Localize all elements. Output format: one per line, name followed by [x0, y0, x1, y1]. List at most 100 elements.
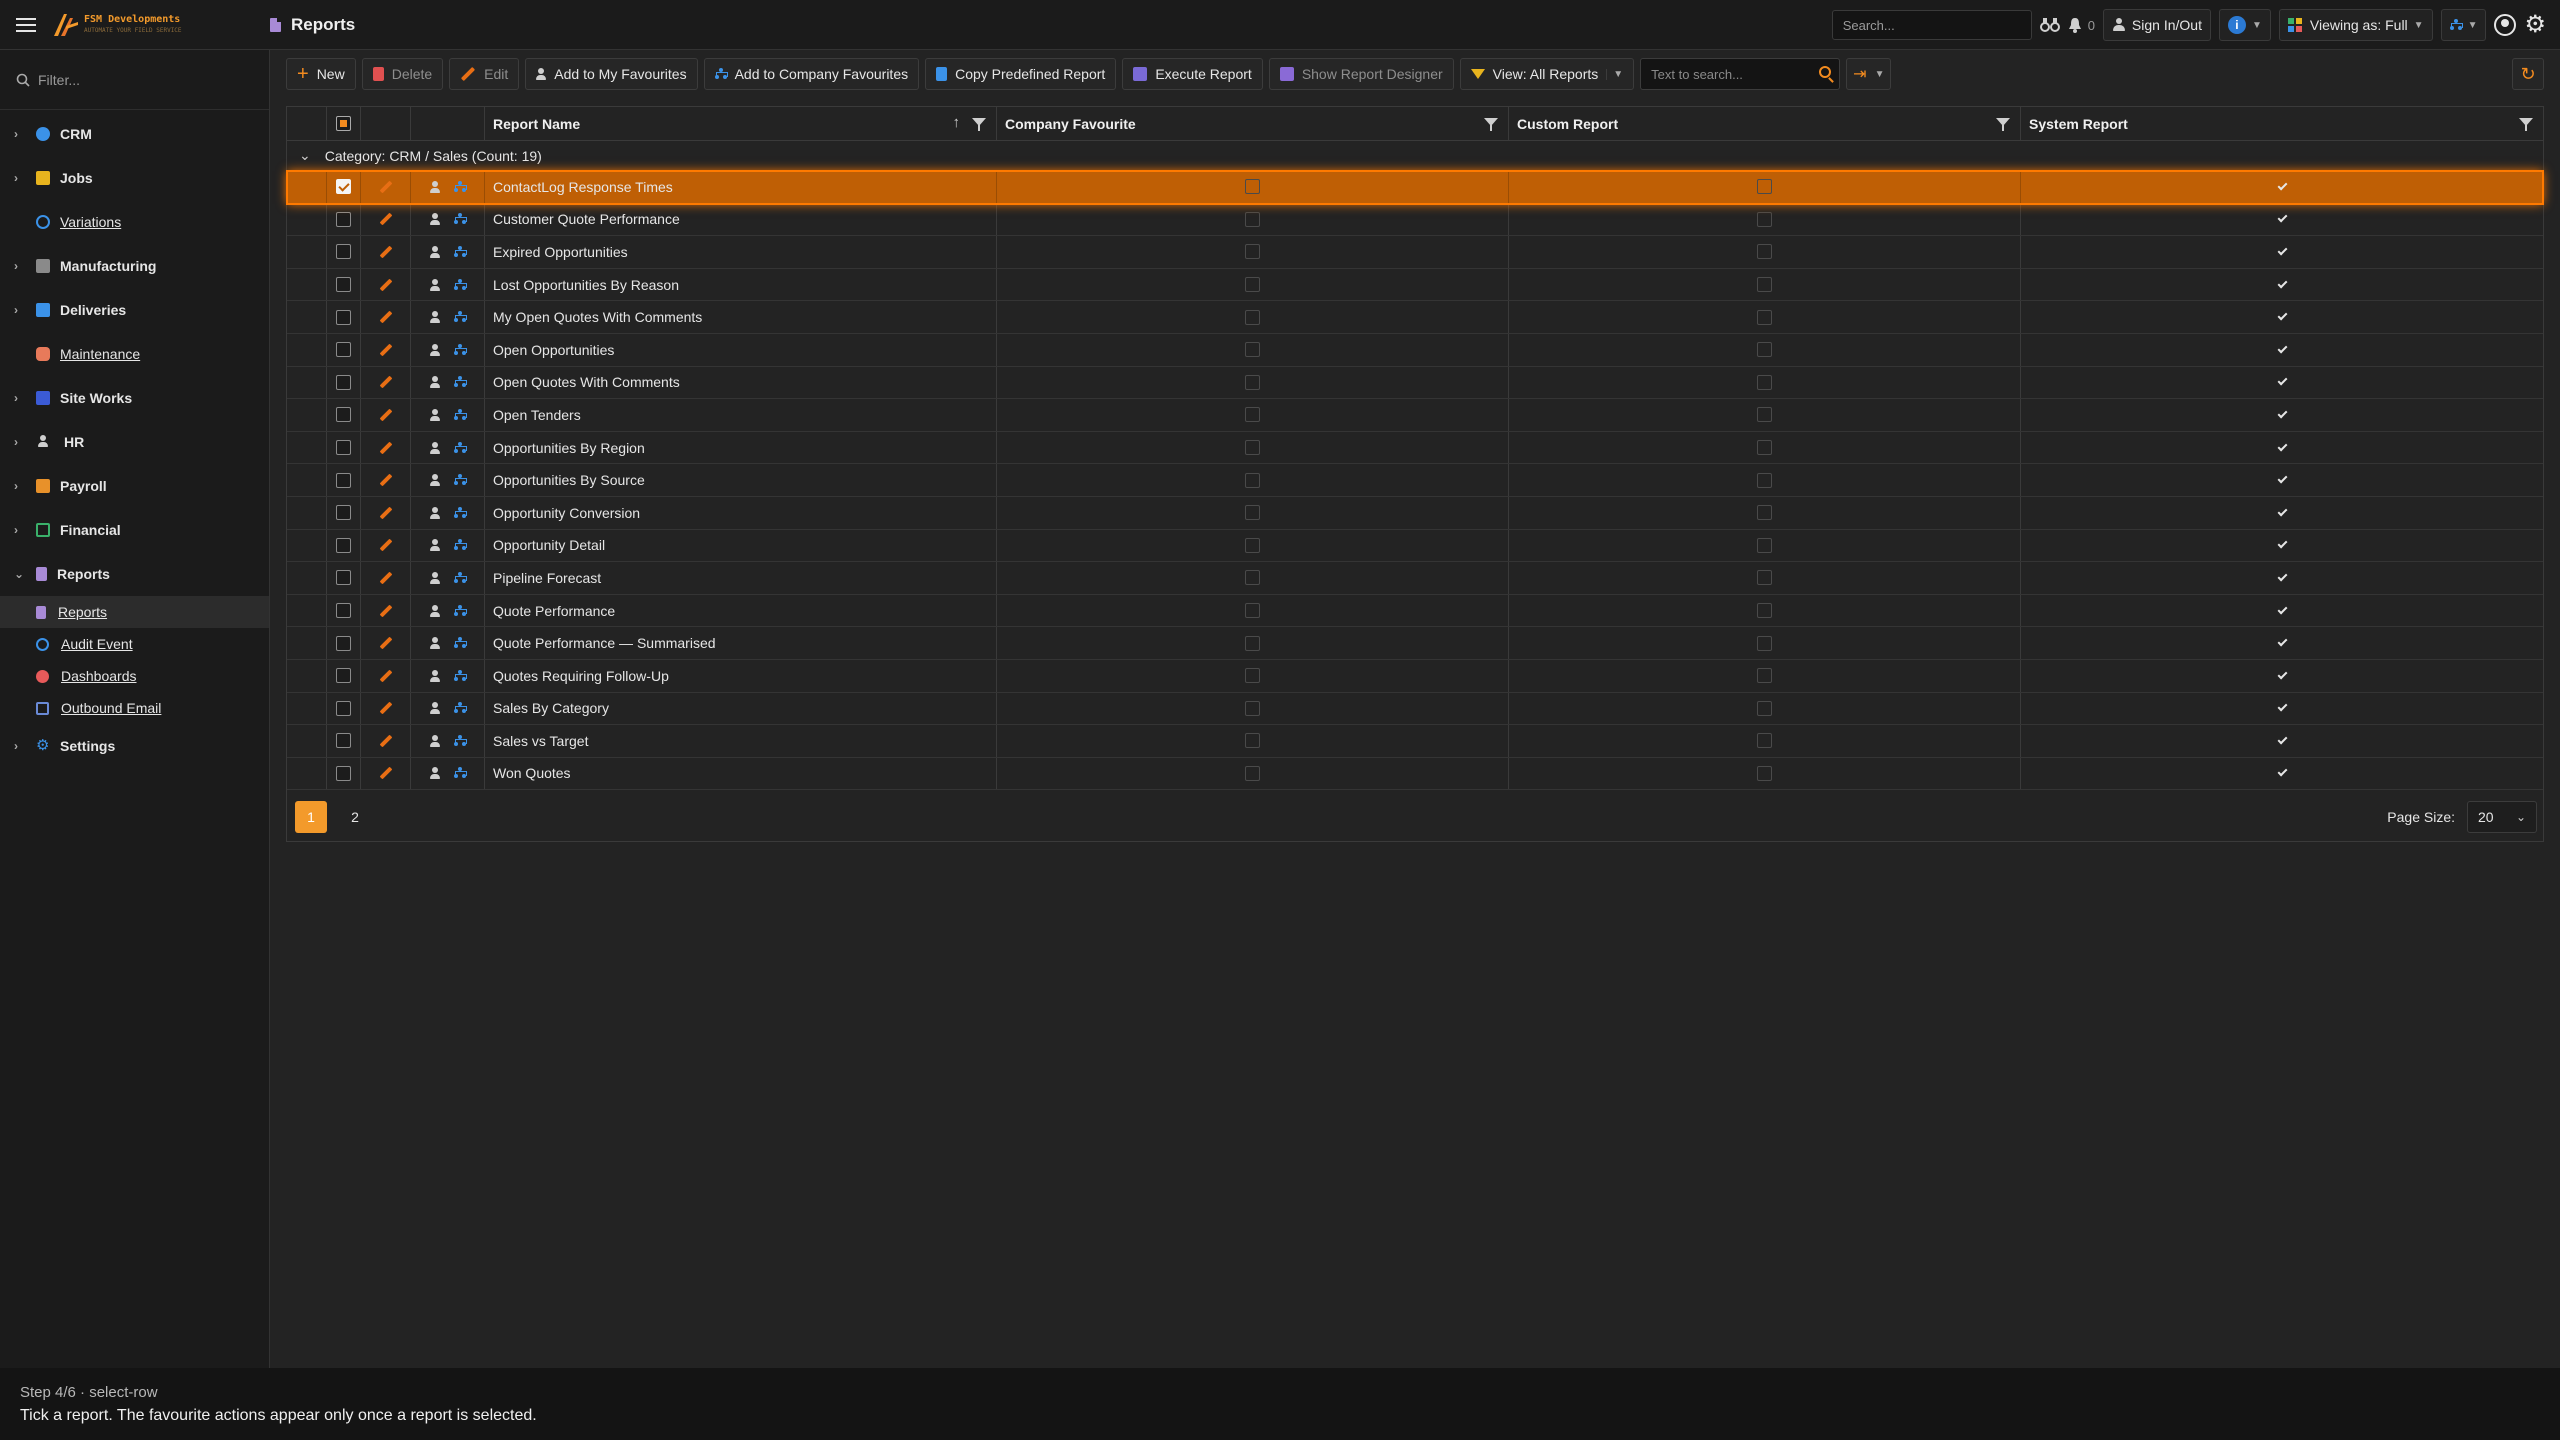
sidebar-subitem-audit-event[interactable]: Audit Event — [0, 628, 269, 660]
filter-icon[interactable] — [1484, 118, 1498, 131]
pencil-icon[interactable] — [379, 343, 392, 357]
sidebar-item-maintenance[interactable]: Maintenance — [0, 332, 269, 376]
row-select-checkbox[interactable] — [336, 537, 351, 553]
pencil-icon[interactable] — [379, 669, 392, 683]
chevron-down-icon[interactable]: ⌄ — [299, 147, 311, 164]
column-header-custom-report[interactable]: Custom Report — [1509, 107, 2021, 140]
filter-icon[interactable] — [1996, 118, 2010, 131]
hierarchy-icon[interactable] — [454, 408, 467, 421]
table-row[interactable]: Quote Performance — [287, 594, 2543, 628]
person-icon[interactable] — [429, 343, 440, 356]
pencil-icon[interactable] — [379, 701, 392, 715]
hierarchy-icon[interactable] — [454, 376, 467, 388]
row-select-checkbox[interactable] — [336, 700, 351, 716]
export-button[interactable]: ⇥ ▼ — [1846, 58, 1892, 90]
person-icon[interactable] — [429, 408, 440, 421]
hierarchy-icon[interactable] — [454, 604, 467, 617]
gear-icon[interactable]: ⚙ — [2524, 13, 2546, 37]
table-row[interactable]: Pipeline Forecast — [287, 562, 2543, 595]
person-icon[interactable] — [429, 604, 440, 617]
global-search-input[interactable]: Search... — [1831, 10, 2032, 40]
person-icon[interactable] — [429, 245, 440, 258]
edit-button[interactable]: Edit — [449, 58, 520, 90]
pencil-icon[interactable] — [379, 767, 392, 780]
sidebar-item-settings[interactable]: › ⚙ Settings — [0, 724, 269, 768]
person-icon[interactable] — [429, 702, 440, 715]
sidebar-item-reports[interactable]: ⌄ Reports — [0, 552, 269, 596]
select-all-checkbox[interactable] — [336, 116, 351, 131]
hamburger-menu-icon[interactable] — [0, 0, 52, 50]
user-avatar-icon[interactable] — [2494, 14, 2517, 36]
row-select-checkbox[interactable] — [336, 505, 351, 521]
hierarchy-icon[interactable] — [454, 702, 467, 714]
person-icon[interactable] — [429, 213, 440, 226]
row-select-checkbox[interactable] — [336, 211, 351, 227]
hierarchy-icon[interactable] — [454, 278, 467, 291]
hierarchy-icon[interactable] — [454, 474, 467, 486]
person-icon[interactable] — [429, 474, 440, 487]
row-select-checkbox[interactable] — [336, 407, 351, 423]
hierarchy-icon[interactable] — [454, 734, 467, 747]
info-menu-button[interactable]: i ▼ — [2218, 9, 2271, 41]
person-icon[interactable] — [429, 278, 440, 291]
copy-predefined-report-button[interactable]: Copy Predefined Report — [925, 58, 1117, 90]
row-select-checkbox[interactable] — [336, 440, 351, 456]
row-select-checkbox[interactable] — [336, 635, 351, 651]
column-header-report-name[interactable]: Report Name ↑ — [485, 107, 997, 140]
table-row[interactable]: Customer Quote Performance — [287, 203, 2543, 237]
person-icon[interactable] — [429, 506, 440, 519]
table-row[interactable]: Open Opportunities — [287, 333, 2543, 367]
column-header-system-report[interactable]: System Report — [2021, 107, 2543, 140]
page-button-1[interactable]: 1 — [295, 801, 327, 834]
table-row[interactable]: Lost Opportunities By Reason — [287, 268, 2543, 302]
sidebar-item-crm[interactable]: › CRM — [0, 112, 269, 156]
view-filter-button[interactable]: View: All Reports ▼ — [1459, 58, 1635, 90]
table-row[interactable]: Quotes Requiring Follow-Up — [287, 659, 2543, 693]
page-button-2[interactable]: 2 — [339, 801, 371, 833]
table-row[interactable]: Open Quotes With Comments — [287, 366, 2543, 400]
delete-button[interactable]: Delete — [361, 58, 444, 90]
pencil-icon[interactable] — [379, 506, 392, 520]
search-icon[interactable] — [1819, 66, 1832, 78]
binoculars-icon[interactable] — [2039, 17, 2060, 33]
hierarchy-icon[interactable] — [454, 506, 467, 519]
sidebar-item-site-works[interactable]: › Site Works — [0, 376, 269, 420]
row-select-checkbox[interactable] — [336, 277, 351, 293]
pencil-icon[interactable] — [379, 473, 392, 487]
pencil-icon[interactable] — [379, 278, 392, 291]
pencil-icon[interactable] — [379, 538, 392, 552]
viewing-as-button[interactable]: Viewing as: Full ▼ — [2278, 9, 2433, 41]
table-row[interactable]: Open Tenders — [287, 399, 2543, 432]
show-report-designer-button[interactable]: Show Report Designer — [1268, 58, 1454, 90]
execute-report-button[interactable]: Execute Report — [1122, 58, 1263, 90]
pencil-icon[interactable] — [379, 571, 392, 585]
organisation-menu-button[interactable]: ▼ — [2440, 9, 2487, 41]
add-to-company-favourites-button[interactable]: Add to Company Favourites — [703, 58, 920, 90]
hierarchy-icon[interactable] — [454, 180, 467, 193]
hierarchy-icon[interactable] — [454, 637, 467, 649]
pencil-icon[interactable] — [379, 245, 392, 259]
hierarchy-icon[interactable] — [454, 669, 467, 682]
group-row[interactable]: ⌄ Category: CRM / Sales (Count: 19) — [287, 141, 2543, 171]
pencil-icon[interactable] — [379, 636, 392, 650]
new-button[interactable]: + New — [286, 58, 356, 90]
hierarchy-icon[interactable] — [454, 311, 467, 323]
person-icon[interactable] — [429, 180, 440, 193]
row-select-checkbox[interactable] — [336, 668, 351, 684]
row-select-checkbox[interactable] — [336, 472, 351, 488]
person-icon[interactable] — [429, 767, 440, 780]
row-select-checkbox[interactable] — [336, 765, 351, 781]
row-select-checkbox[interactable] — [336, 374, 351, 390]
sidebar-item-financial[interactable]: › Financial — [0, 508, 269, 552]
sign-in-out-button[interactable]: Sign In/Out — [2102, 9, 2211, 41]
row-select-checkbox[interactable] — [336, 244, 351, 260]
person-icon[interactable] — [429, 441, 440, 454]
brand-logo[interactable]: FSM Developments AUTOMATE YOUR FIELD SER… — [52, 0, 270, 50]
table-row[interactable]: ContactLog Response Times — [286, 170, 2544, 205]
sidebar-item-variations[interactable]: Variations — [0, 200, 269, 244]
table-row[interactable]: My Open Quotes With Comments — [287, 301, 2543, 334]
pencil-icon[interactable] — [379, 604, 392, 617]
row-select-checkbox[interactable] — [336, 570, 351, 586]
sidebar-item-payroll[interactable]: › Payroll — [0, 464, 269, 508]
hierarchy-icon[interactable] — [454, 539, 467, 551]
